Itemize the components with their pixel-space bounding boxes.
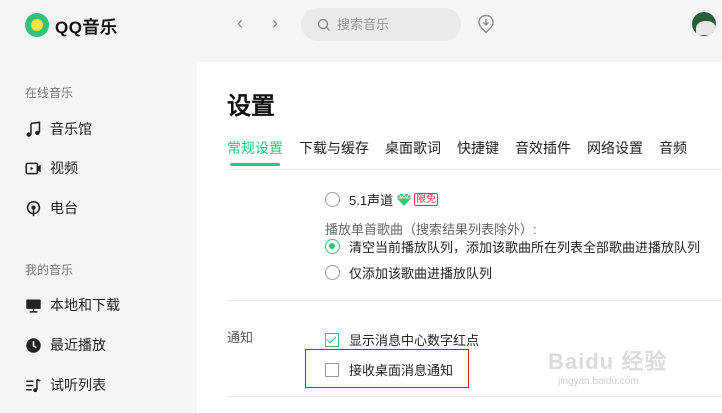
tab-download-cache[interactable]: 下载与缓存 xyxy=(299,138,369,168)
sidebar-item-music-hall[interactable]: 音乐馆 xyxy=(24,117,92,141)
tab-network[interactable]: 网络设置 xyxy=(587,138,643,168)
baidu-watermark: Baidu 经验 jingyan.baidu.com xyxy=(548,344,698,394)
qq-music-logo-icon xyxy=(25,13,49,37)
sidebar-item-radio[interactable]: 电台 xyxy=(24,196,78,220)
sidebar-item-label: 音乐馆 xyxy=(50,121,92,137)
clock-icon xyxy=(24,336,42,354)
sidebar-item-label: 本地和下载 xyxy=(50,297,120,313)
sidebar: QQ音乐 在线音乐 音乐馆 视频 电台 我的音乐 本地和下载 最近播放 试听列表 xyxy=(0,0,197,413)
play-option-label: 仅添加该歌曲进播放队列 xyxy=(349,266,493,281)
play-option-replace-queue-radio[interactable] xyxy=(325,239,340,254)
notify-option-label: 显示消息中心数字红点 xyxy=(349,333,480,348)
search-input[interactable] xyxy=(337,17,447,32)
sidebar-item-label: 视频 xyxy=(50,160,78,176)
page-title: 设置 xyxy=(227,93,275,120)
app-logo-text: QQ音乐 xyxy=(55,17,118,37)
play-option-add-only[interactable]: 仅添加该歌曲进播放队列 xyxy=(325,263,492,282)
surround-5-1-option[interactable]: 5.1声道 限免 xyxy=(325,190,439,209)
sidebar-item-label: 最近播放 xyxy=(50,337,106,353)
tabs-divider xyxy=(227,169,722,170)
sidebar-item-local-download[interactable]: 本地和下载 xyxy=(24,293,120,317)
sidebar-item-trial-list[interactable]: 试听列表 xyxy=(24,373,106,397)
play-option-label: 清空当前播放队列，添加该歌曲所在列表全部歌曲进播放队列 xyxy=(349,240,701,255)
search-box[interactable] xyxy=(301,8,461,41)
computer-icon xyxy=(24,296,42,314)
sidebar-item-recent[interactable]: 最近播放 xyxy=(24,333,106,357)
sidebar-item-label: 试听列表 xyxy=(50,377,106,393)
forward-button[interactable]: › xyxy=(264,12,286,34)
watermark-main-text: Baidu 经验 xyxy=(548,349,668,374)
radio-icon xyxy=(24,199,42,217)
settings-tabs: 常规设置 下载与缓存 桌面歌词 快捷键 音效插件 网络设置 音频 xyxy=(227,138,703,168)
video-icon xyxy=(24,159,42,177)
tab-desktop-lyrics[interactable]: 桌面歌词 xyxy=(385,138,441,168)
online-music-section-title: 在线音乐 xyxy=(25,86,74,100)
tab-shortcuts[interactable]: 快捷键 xyxy=(457,138,499,168)
search-icon xyxy=(317,18,331,32)
section-divider xyxy=(227,300,722,301)
play-single-song-label: 播放单首歌曲（搜索结果列表除外）: xyxy=(325,222,537,237)
limited-free-badge: 限免 xyxy=(414,193,439,206)
surround-5-1-radio[interactable] xyxy=(325,192,340,207)
surround-5-1-label: 5.1声道 xyxy=(349,193,394,208)
tab-general[interactable]: 常规设置 xyxy=(227,138,283,168)
notify-option-red-dot[interactable]: 显示消息中心数字红点 xyxy=(325,330,479,349)
highlight-annotation-box xyxy=(305,349,469,388)
music-note-icon xyxy=(24,120,42,138)
chevron-left-icon: ‹ xyxy=(237,12,243,33)
playlist-icon xyxy=(24,376,42,394)
notify-red-dot-checkbox[interactable] xyxy=(325,332,339,347)
tab-sound-plugins[interactable]: 音效插件 xyxy=(515,138,571,168)
back-button[interactable]: ‹ xyxy=(229,12,251,34)
play-option-replace-queue[interactable]: 清空当前播放队列，添加该歌曲所在列表全部歌曲进播放队列 xyxy=(325,237,700,256)
section-divider-bottom xyxy=(227,396,722,397)
tab-audio[interactable]: 音频 xyxy=(659,138,687,168)
sidebar-item-label: 电台 xyxy=(50,200,78,216)
watermark-sub-text: jingyan.baidu.com xyxy=(558,376,639,387)
my-music-section-title: 我的音乐 xyxy=(25,263,74,277)
voice-search-icon[interactable] xyxy=(477,14,495,34)
top-bar: ‹ › xyxy=(197,0,722,62)
vip-diamond-icon xyxy=(396,192,412,207)
notify-section-label: 通知 xyxy=(227,330,254,345)
play-option-add-only-radio[interactable] xyxy=(325,265,340,280)
sidebar-item-video[interactable]: 视频 xyxy=(24,156,78,180)
chevron-right-icon: › xyxy=(272,12,278,33)
app-logo[interactable]: QQ音乐 xyxy=(25,11,117,39)
avatar[interactable] xyxy=(692,12,716,36)
